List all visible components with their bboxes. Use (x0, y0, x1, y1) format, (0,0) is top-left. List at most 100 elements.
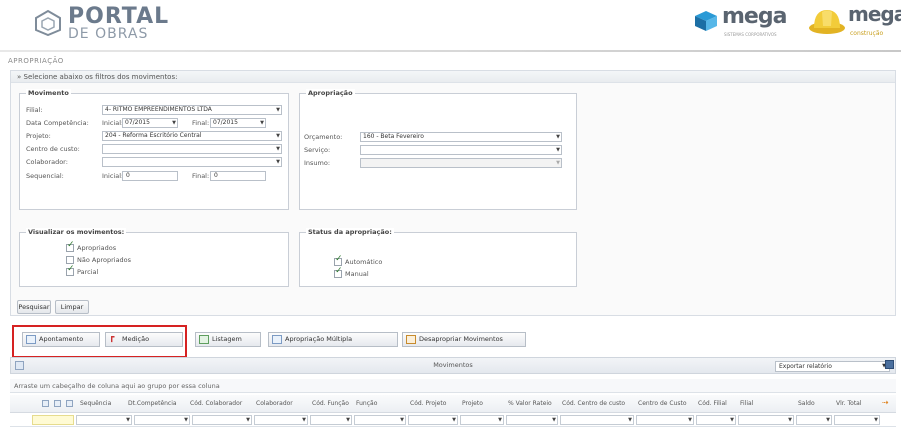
col-colaborador[interactable]: Colaborador (256, 400, 293, 407)
pesquisar-button[interactable]: Pesquisar (17, 300, 51, 314)
nao-apropriados-checkbox[interactable]: Não Apropriados (66, 255, 131, 265)
select-all-icon[interactable] (42, 400, 49, 407)
filter-icon[interactable] (66, 400, 73, 407)
chevron-down-icon[interactable]: ▼ (688, 416, 692, 424)
col-valor-rateio[interactable]: % Valor Rateio (508, 400, 552, 407)
chevron-down-icon[interactable]: ▼ (556, 133, 560, 141)
chevron-down-icon[interactable]: ▼ (452, 416, 456, 424)
apropriados-checkbox[interactable]: ✓ Apropriados (66, 240, 116, 253)
filter-panel: » Selecione abaixo os filtros dos movime… (10, 70, 896, 316)
orcamento-select[interactable]: 160 - Beta Fevereiro ▼ (360, 132, 562, 142)
listagem-button[interactable]: Listagem (195, 332, 261, 347)
parcial-checkbox[interactable]: ✓ Parcial (66, 264, 98, 277)
chevron-down-icon[interactable]: ▼ (400, 416, 404, 424)
listagem-label: Listagem (212, 335, 242, 343)
chevron-down-icon[interactable]: ▼ (826, 416, 830, 424)
filter-cell[interactable]: ▼ (134, 415, 190, 425)
col-funcao[interactable]: Função (356, 400, 377, 407)
filter-cell[interactable]: ▼ (696, 415, 736, 425)
limpar-button[interactable]: Limpar (55, 300, 89, 314)
filial-select[interactable]: 4- RITMO EMPREENDIMENTOS LTDA ▼ (102, 105, 282, 115)
chevron-down-icon[interactable]: ▼ (172, 119, 176, 127)
nao-apropriados-label: Não Apropriados (77, 256, 132, 264)
col-cod-colaborador[interactable]: Cód. Colaborador (190, 400, 242, 407)
col-vlr-total[interactable]: Vlr. Total (836, 400, 862, 407)
apropriacao-multipla-button[interactable]: Apropriação Múltipla (268, 332, 398, 347)
sequencial-final-input[interactable]: 0 (210, 171, 266, 181)
filter-cell[interactable]: ▼ (636, 415, 694, 425)
chevron-down-icon[interactable]: ▼ (556, 146, 560, 154)
col-dt-competencia[interactable]: Dt.Competência (128, 400, 177, 407)
col-cod-projeto[interactable]: Cód. Projeto (410, 400, 446, 407)
chevron-down-icon[interactable]: ▼ (246, 416, 250, 424)
grid-title: Movimentos (433, 361, 473, 369)
chevron-down-icon[interactable]: ▼ (730, 416, 734, 424)
col-cod-centro-custo[interactable]: Cód. Centro de custo (562, 400, 625, 407)
column-menu-icon[interactable]: ⇢ (882, 398, 889, 407)
filter-cell[interactable]: ▼ (834, 415, 880, 425)
filter-cell[interactable]: ▼ (460, 415, 504, 425)
col-saldo[interactable]: Saldo (798, 400, 815, 407)
chevron-down-icon[interactable]: ▼ (276, 145, 280, 153)
col-filial[interactable]: Filial (740, 400, 753, 407)
filter-cell[interactable] (32, 415, 74, 425)
portal-logo-subtitle: DE OBRAS (68, 26, 149, 42)
chevron-down-icon[interactable]: ▼ (874, 416, 878, 424)
sequencial-inicial-input[interactable]: 0 (122, 171, 178, 181)
filter-cell[interactable]: ▼ (192, 415, 252, 425)
col-cod-funcao[interactable]: Cód. Função (312, 400, 349, 407)
chevron-down-icon[interactable]: ▼ (346, 416, 350, 424)
col-sequencia[interactable]: Sequência (80, 400, 111, 407)
filter-panel-heading[interactable]: » Selecione abaixo os filtros dos movime… (11, 71, 895, 83)
list-icon (199, 335, 209, 344)
chevron-down-icon[interactable]: ▼ (276, 158, 280, 166)
desapropriar-button[interactable]: Desapropriar Movimentos (402, 332, 526, 347)
chevron-down-icon[interactable]: ▼ (126, 416, 130, 424)
chevron-down-icon[interactable]: ▼ (302, 416, 306, 424)
competencia-label: Data Competência: (26, 119, 89, 127)
competencia-final-label: Final: (192, 119, 210, 127)
column-chooser-icon[interactable] (54, 400, 61, 407)
competencia-final-picker[interactable]: 07/2015 ▼ (210, 118, 266, 128)
save-icon[interactable] (885, 360, 894, 369)
filter-cell[interactable]: ▼ (254, 415, 308, 425)
chevron-down-icon[interactable]: ▼ (628, 416, 632, 424)
insumo-row: Insumo: ▼ (300, 158, 576, 169)
document-icon (272, 335, 282, 344)
chevron-down-icon[interactable]: ▼ (788, 416, 792, 424)
chevron-down-icon[interactable]: ▼ (276, 132, 280, 140)
filter-cell[interactable]: ▼ (738, 415, 794, 425)
manual-checkbox[interactable]: ✓ Manual (334, 266, 369, 279)
filter-cell[interactable]: ▼ (506, 415, 558, 425)
filter-cell[interactable]: ▼ (796, 415, 832, 425)
col-cod-filial[interactable]: Cód. Filial (698, 400, 727, 407)
filter-cell[interactable]: ▼ (354, 415, 406, 425)
checkbox-box[interactable] (66, 256, 74, 264)
chevron-down-icon[interactable]: ▼ (556, 159, 560, 167)
chevron-down-icon[interactable]: ▼ (498, 416, 502, 424)
insumo-select[interactable]: ▼ (360, 158, 562, 168)
colaborador-row: Colaborador: ▼ (20, 157, 288, 168)
filter-cell[interactable]: ▼ (76, 415, 132, 425)
export-select[interactable]: Exportar relatório ▼ (775, 361, 890, 372)
chevron-down-icon[interactable]: ▼ (276, 106, 280, 114)
group-panel[interactable]: Arraste um cabeçalho de coluna aqui ao g… (10, 379, 896, 393)
centro-select[interactable]: ▼ (102, 144, 282, 154)
chevron-down-icon[interactable]: ▼ (260, 119, 264, 127)
sequencial-row: Sequencial: Inicial: 0 Final: 0 (20, 171, 288, 182)
projeto-select[interactable]: 204 - Reforma Escritório Central ▼ (102, 131, 282, 141)
filter-cell[interactable]: ▼ (408, 415, 458, 425)
filter-cell[interactable]: ▼ (560, 415, 634, 425)
filial-value: 4- RITMO EMPREENDIMENTOS LTDA (105, 106, 212, 113)
col-centro-custo[interactable]: Centro de Custo (638, 400, 687, 407)
competencia-inicial-label: Inicial: (102, 119, 124, 127)
servico-select[interactable]: ▼ (360, 145, 562, 155)
col-projeto[interactable]: Projeto (462, 400, 483, 407)
filter-cell[interactable]: ▼ (310, 415, 352, 425)
colaborador-select[interactable]: ▼ (102, 157, 282, 167)
chevron-down-icon[interactable]: ▼ (552, 416, 556, 424)
competencia-inicial-picker[interactable]: 07/2015 ▼ (122, 118, 178, 128)
chevron-down-icon[interactable]: ▼ (184, 416, 188, 424)
filial-label: Filial: (26, 106, 43, 114)
highlight-box (12, 325, 187, 358)
